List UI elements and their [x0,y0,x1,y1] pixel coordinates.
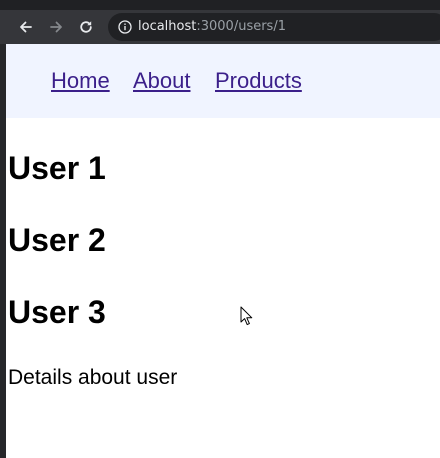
user-heading-3: User 3 [8,294,106,330]
url-text[interactable]: localhost:3000/users/1 [138,13,286,41]
forward-button[interactable] [44,10,68,44]
user-heading-2: User 2 [8,222,106,258]
nav-link-about[interactable]: About [133,68,191,94]
mouse-cursor-icon [240,306,253,326]
user-details-text: Details about user [8,366,178,389]
back-button[interactable] [14,10,38,44]
reload-icon [80,21,92,33]
info-icon[interactable] [118,20,132,34]
address-bar[interactable]: localhost:3000/users/1 [108,13,440,41]
tab-strip [0,0,440,10]
user-heading-1: User 1 [8,150,106,186]
browser-toolbar: localhost:3000/users/1 [0,10,440,44]
forward-arrow-icon [50,21,62,33]
nav-link-home[interactable]: Home [51,68,110,94]
navbar: Home About Products [6,44,440,118]
url-host: localhost [138,19,197,34]
url-path: :3000/users/1 [196,19,286,34]
nav-link-products[interactable]: Products [215,68,302,94]
back-arrow-icon [20,21,32,33]
page-viewport: Home About Products User 1 User 2 User 3… [6,44,440,458]
reload-button[interactable] [74,10,98,44]
